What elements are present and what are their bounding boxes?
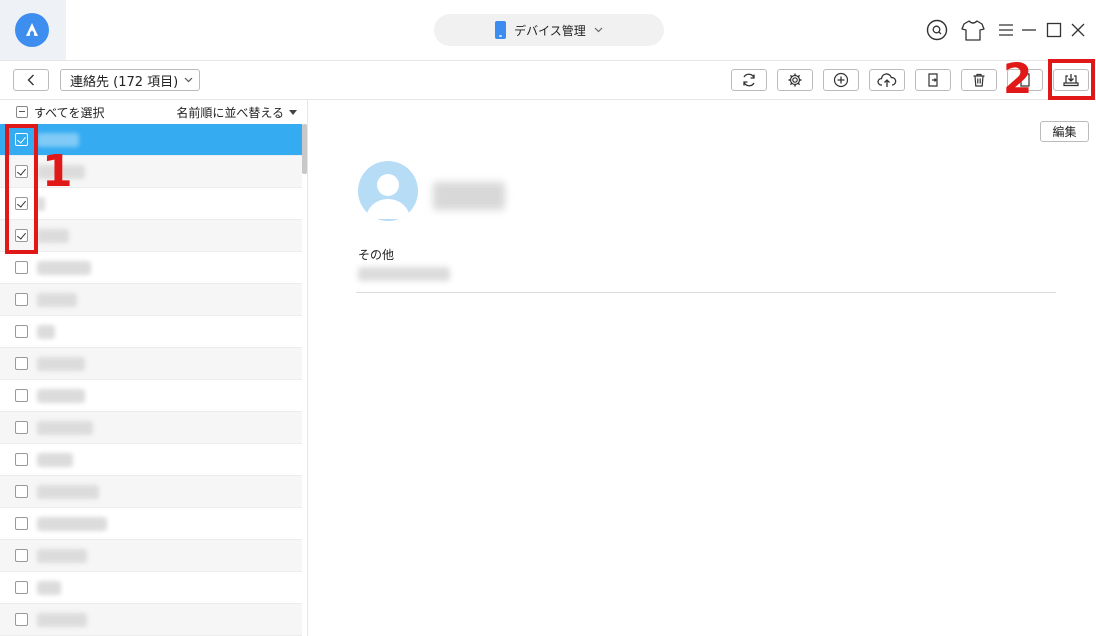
list-header: すべてを選択 名前順に並べ替える — [0, 100, 307, 124]
contact-name-blurred — [37, 292, 77, 307]
contact-name-blurred — [37, 196, 45, 211]
import-button[interactable] — [915, 69, 951, 91]
contact-name-blurred — [37, 260, 91, 275]
minimize-icon[interactable] — [1020, 18, 1038, 42]
list-item[interactable] — [0, 540, 302, 572]
row-checkbox[interactable] — [15, 325, 28, 338]
row-checkbox[interactable] — [15, 613, 28, 626]
list-item[interactable] — [0, 220, 302, 252]
row-checkbox[interactable] — [15, 549, 28, 562]
refresh-button[interactable] — [731, 69, 767, 91]
title-bar: デバイス管理 — [0, 0, 1096, 60]
select-all-checkbox[interactable] — [16, 106, 28, 118]
row-checkbox[interactable] — [15, 389, 28, 402]
caret-down-icon — [289, 109, 297, 115]
import-icon — [928, 73, 938, 87]
list-item[interactable] — [0, 284, 302, 316]
row-checkbox[interactable] — [15, 261, 28, 274]
phone-icon — [495, 21, 507, 39]
contact-name-blurred — [37, 516, 107, 531]
category-label: 連絡先 (172 項目) — [70, 74, 179, 90]
list-item[interactable] — [0, 604, 302, 636]
annotation-step-2: 2 — [1003, 54, 1033, 103]
shirt-icon[interactable] — [960, 18, 986, 42]
add-icon — [833, 72, 849, 88]
refresh-icon — [743, 73, 755, 87]
list-item[interactable] — [0, 380, 302, 412]
app-logo-icon — [15, 13, 49, 47]
contact-name-blurred — [37, 452, 73, 467]
list-item[interactable] — [0, 316, 302, 348]
device-manager-label: デバイス管理 — [514, 23, 586, 38]
row-checkbox[interactable] — [15, 357, 28, 370]
add-button[interactable] — [823, 69, 859, 91]
toolbar: 連絡先 (172 項目) — [0, 60, 1096, 100]
list-item[interactable] — [0, 572, 302, 604]
trash-icon — [973, 73, 985, 87]
sort-label: 名前順に並べ替える — [176, 105, 284, 120]
maximize-icon[interactable] — [1045, 18, 1063, 42]
contact-name-blurred — [37, 356, 85, 371]
contact-name-blurred — [37, 132, 79, 147]
contact-name — [433, 182, 505, 210]
settings-icon — [788, 73, 802, 87]
list-item[interactable] — [0, 444, 302, 476]
select-all-label[interactable]: すべてを選択 — [34, 104, 104, 121]
app-window: デバイス管理 連絡先 (172 項目) すべてを選択 名前順に並べ替える 編集 … — [0, 0, 1096, 636]
contact-name-blurred — [37, 324, 55, 339]
row-checkbox[interactable] — [15, 485, 28, 498]
contact-name-blurred — [37, 420, 93, 435]
logo-area — [0, 0, 66, 60]
search-icon[interactable] — [925, 18, 949, 42]
list-item[interactable] — [0, 412, 302, 444]
edit-button[interactable]: 編集 — [1040, 121, 1089, 142]
other-label: その他 — [358, 248, 395, 262]
avatar — [358, 161, 418, 221]
list-item[interactable] — [0, 508, 302, 540]
delete-button[interactable] — [961, 69, 997, 91]
list-item[interactable] — [0, 252, 302, 284]
upload-cloud-button[interactable] — [869, 69, 905, 91]
chevron-down-icon — [594, 25, 603, 36]
person-icon — [366, 174, 410, 219]
list-item[interactable] — [0, 348, 302, 380]
menu-icon[interactable] — [997, 18, 1015, 42]
sort-dropdown[interactable]: 名前順に並べ替える — [176, 104, 297, 121]
contact-name-blurred — [37, 484, 99, 499]
other-value — [358, 267, 450, 281]
annotation-box-2 — [1048, 59, 1095, 100]
contact-list — [0, 124, 302, 636]
contact-detail-pane: 編集 その他 — [309, 100, 1096, 636]
back-button[interactable] — [13, 69, 49, 91]
chevron-left-icon — [27, 74, 34, 86]
contact-name-blurred — [37, 228, 69, 243]
chevron-down-icon — [184, 77, 193, 83]
list-item[interactable] — [0, 476, 302, 508]
row-checkbox[interactable] — [15, 581, 28, 594]
scrollbar[interactable] — [302, 124, 307, 174]
row-checkbox[interactable] — [15, 453, 28, 466]
annotation-box-1 — [5, 124, 38, 254]
contact-name-blurred — [37, 548, 87, 563]
category-dropdown[interactable]: 連絡先 (172 項目) — [60, 69, 201, 91]
device-manager-dropdown[interactable]: デバイス管理 — [434, 14, 664, 46]
upload-cloud-icon — [877, 73, 897, 87]
close-icon[interactable] — [1069, 18, 1087, 42]
row-checkbox[interactable] — [15, 421, 28, 434]
row-checkbox[interactable] — [15, 517, 28, 530]
contact-name-blurred — [37, 612, 87, 627]
annotation-step-1: 1 — [42, 146, 73, 197]
settings-button[interactable] — [777, 69, 813, 91]
contact-name-blurred — [37, 388, 85, 403]
row-checkbox[interactable] — [15, 293, 28, 306]
contact-name-blurred — [37, 580, 61, 595]
divider — [356, 292, 1056, 293]
